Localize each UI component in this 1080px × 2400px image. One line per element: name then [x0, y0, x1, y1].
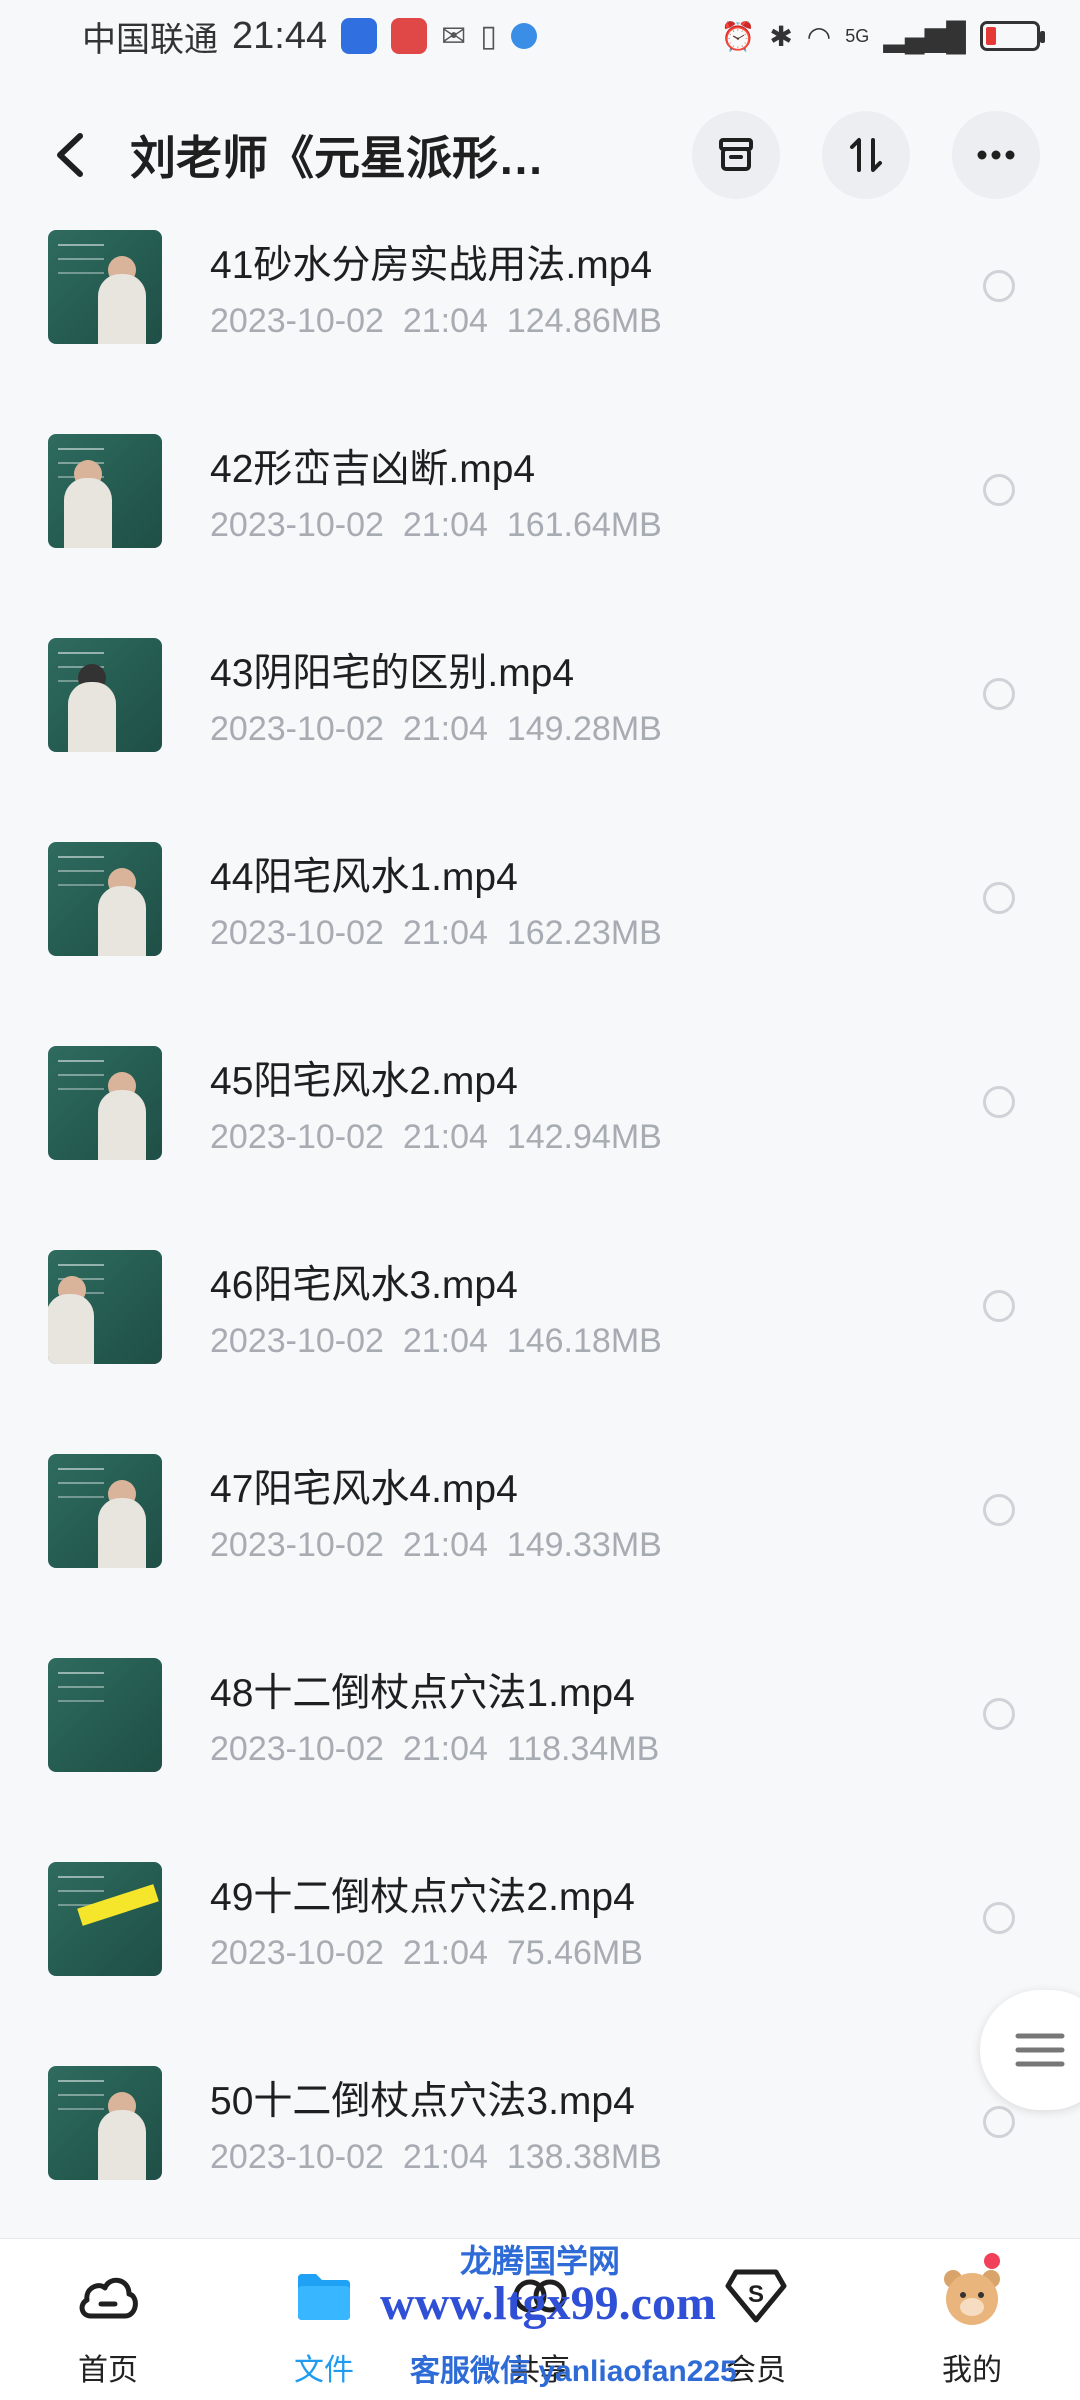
nav-item-home[interactable]: 首页	[0, 2239, 216, 2400]
header: 刘老师《元星派形…	[0, 100, 1080, 210]
alarm-icon: ⏰	[720, 20, 756, 52]
select-checkbox[interactable]	[983, 882, 1015, 914]
avatar-icon	[937, 2261, 1007, 2331]
nav-item-me[interactable]: 我的	[864, 2239, 1080, 2400]
video-thumbnail	[48, 1454, 162, 1568]
file-meta: 2023-10-02 21:04 142.94MB	[210, 1118, 662, 1156]
file-meta: 2023-10-02 21:04 124.86MB	[210, 302, 662, 340]
file-row[interactable]: 46阳宅风水3.mp4 2023-10-02 21:04 146.18MB	[0, 1250, 1080, 1454]
network-type-label: 5G	[845, 25, 870, 46]
cloud-icon	[73, 2261, 143, 2331]
file-row[interactable]: 45阳宅风水2.mp4 2023-10-02 21:04 142.94MB	[0, 1046, 1080, 1250]
page-title: 刘老师《元星派形…	[130, 132, 544, 184]
more-icon	[977, 150, 1015, 160]
nav-label: 首页	[78, 2354, 138, 2387]
select-checkbox[interactable]	[983, 1086, 1015, 1118]
file-meta: 2023-10-02 21:04 149.33MB	[210, 1526, 662, 1564]
file-name: 41砂水分房实战用法.mp4	[210, 244, 653, 287]
file-row[interactable]: 41砂水分房实战用法.mp4 2023-10-02 21:04 124.86MB	[0, 230, 1080, 434]
watermark-url: www.ltgx99.com	[380, 2277, 716, 2330]
file-meta: 2023-10-02 21:04 146.18MB	[210, 1322, 662, 1360]
svg-text:S: S	[748, 2281, 764, 2308]
signal-icon: ▂▄▆█	[883, 20, 966, 52]
file-meta: 2023-10-02 21:04 161.64MB	[210, 506, 662, 544]
video-thumbnail	[48, 1862, 162, 1976]
file-row[interactable]: 43阴阳宅的区别.mp4 2023-10-02 21:04 149.28MB	[0, 638, 1080, 842]
file-name: 47阳宅风水4.mp4	[210, 1468, 518, 1511]
file-meta: 2023-10-02 21:04 162.23MB	[210, 914, 662, 952]
vip-icon: S	[721, 2261, 791, 2331]
file-name: 45阳宅风水2.mp4	[210, 1060, 518, 1103]
file-row[interactable]: 49十二倒杖点穴法2.mp4 2023-10-02 21:04 75.46MB	[0, 1862, 1080, 2066]
sort-button[interactable]	[822, 111, 910, 199]
file-meta: 2023-10-02 21:04 75.46MB	[210, 1934, 643, 1972]
watermark-contact: 客服微信 yanliaofan225	[410, 2355, 737, 2388]
file-name: 48十二倒杖点穴法1.mp4	[210, 1672, 635, 1715]
folder-icon	[289, 2261, 359, 2331]
file-name: 42形峦吉凶断.mp4	[210, 448, 536, 491]
file-name: 44阳宅风水1.mp4	[210, 856, 518, 899]
bluetooth-icon: ✱	[769, 20, 793, 52]
select-checkbox[interactable]	[983, 474, 1015, 506]
file-meta: 2023-10-02 21:04 149.28MB	[210, 710, 662, 748]
file-row[interactable]: 42形峦吉凶断.mp4 2023-10-02 21:04 161.64MB	[0, 434, 1080, 638]
video-thumbnail	[48, 434, 162, 548]
file-name: 43阴阳宅的区别.mp4	[210, 652, 575, 695]
archive-icon	[719, 138, 753, 171]
file-meta: 2023-10-02 21:04 138.38MB	[210, 2138, 662, 2176]
app-notification-icon	[391, 18, 428, 54]
notification-badge	[984, 2253, 1000, 2269]
video-thumbnail	[48, 2066, 162, 2180]
video-thumbnail	[48, 1046, 162, 1160]
file-name: 46阳宅风水3.mp4	[210, 1264, 518, 1307]
menu-icon	[1015, 2033, 1065, 2067]
more-button[interactable]	[952, 111, 1040, 199]
wechat-icon: ✉	[441, 19, 467, 53]
back-icon	[57, 133, 83, 177]
select-checkbox[interactable]	[983, 1698, 1015, 1730]
nav-label: 我的	[942, 2354, 1002, 2387]
select-checkbox[interactable]	[983, 1902, 1015, 1934]
select-checkbox[interactable]	[983, 2106, 1015, 2138]
select-checkbox[interactable]	[983, 270, 1015, 302]
wifi-icon: ◠	[806, 20, 832, 52]
clock: 21:44	[232, 14, 328, 57]
video-thumbnail	[48, 1250, 162, 1364]
app-notification-icon	[341, 18, 378, 54]
select-checkbox[interactable]	[983, 1494, 1015, 1526]
video-thumbnail	[48, 842, 162, 956]
video-thumbnail	[48, 230, 162, 344]
file-meta: 2023-10-02 21:04 118.34MB	[210, 1730, 660, 1768]
browser-icon	[510, 23, 537, 49]
archive-button[interactable]	[692, 111, 780, 199]
select-checkbox[interactable]	[983, 678, 1015, 710]
file-row[interactable]: 44阳宅风水1.mp4 2023-10-02 21:04 162.23MB	[0, 842, 1080, 1046]
video-thumbnail	[48, 1658, 162, 1772]
status-bar: 中国联通 21:44 ✉ ▯ ⏰ ✱ ◠ 5G ▂▄▆█	[0, 0, 1080, 72]
file-row[interactable]: 47阳宅风水4.mp4 2023-10-02 21:04 149.33MB	[0, 1454, 1080, 1658]
file-row[interactable]: 48十二倒杖点穴法1.mp4 2023-10-02 21:04 118.34MB	[0, 1658, 1080, 1862]
video-thumbnail	[48, 638, 162, 752]
file-name: 50十二倒杖点穴法3.mp4	[210, 2080, 635, 2123]
file-name: 49十二倒杖点穴法2.mp4	[210, 1876, 635, 1919]
carrier-label: 中国联通	[82, 20, 218, 59]
sort-icon	[850, 138, 882, 172]
nav-label: 文件	[294, 2354, 354, 2387]
phone-icon: ▯	[480, 19, 497, 53]
back-button[interactable]	[40, 125, 100, 185]
battery-icon	[980, 21, 1045, 51]
select-checkbox[interactable]	[983, 1290, 1015, 1322]
